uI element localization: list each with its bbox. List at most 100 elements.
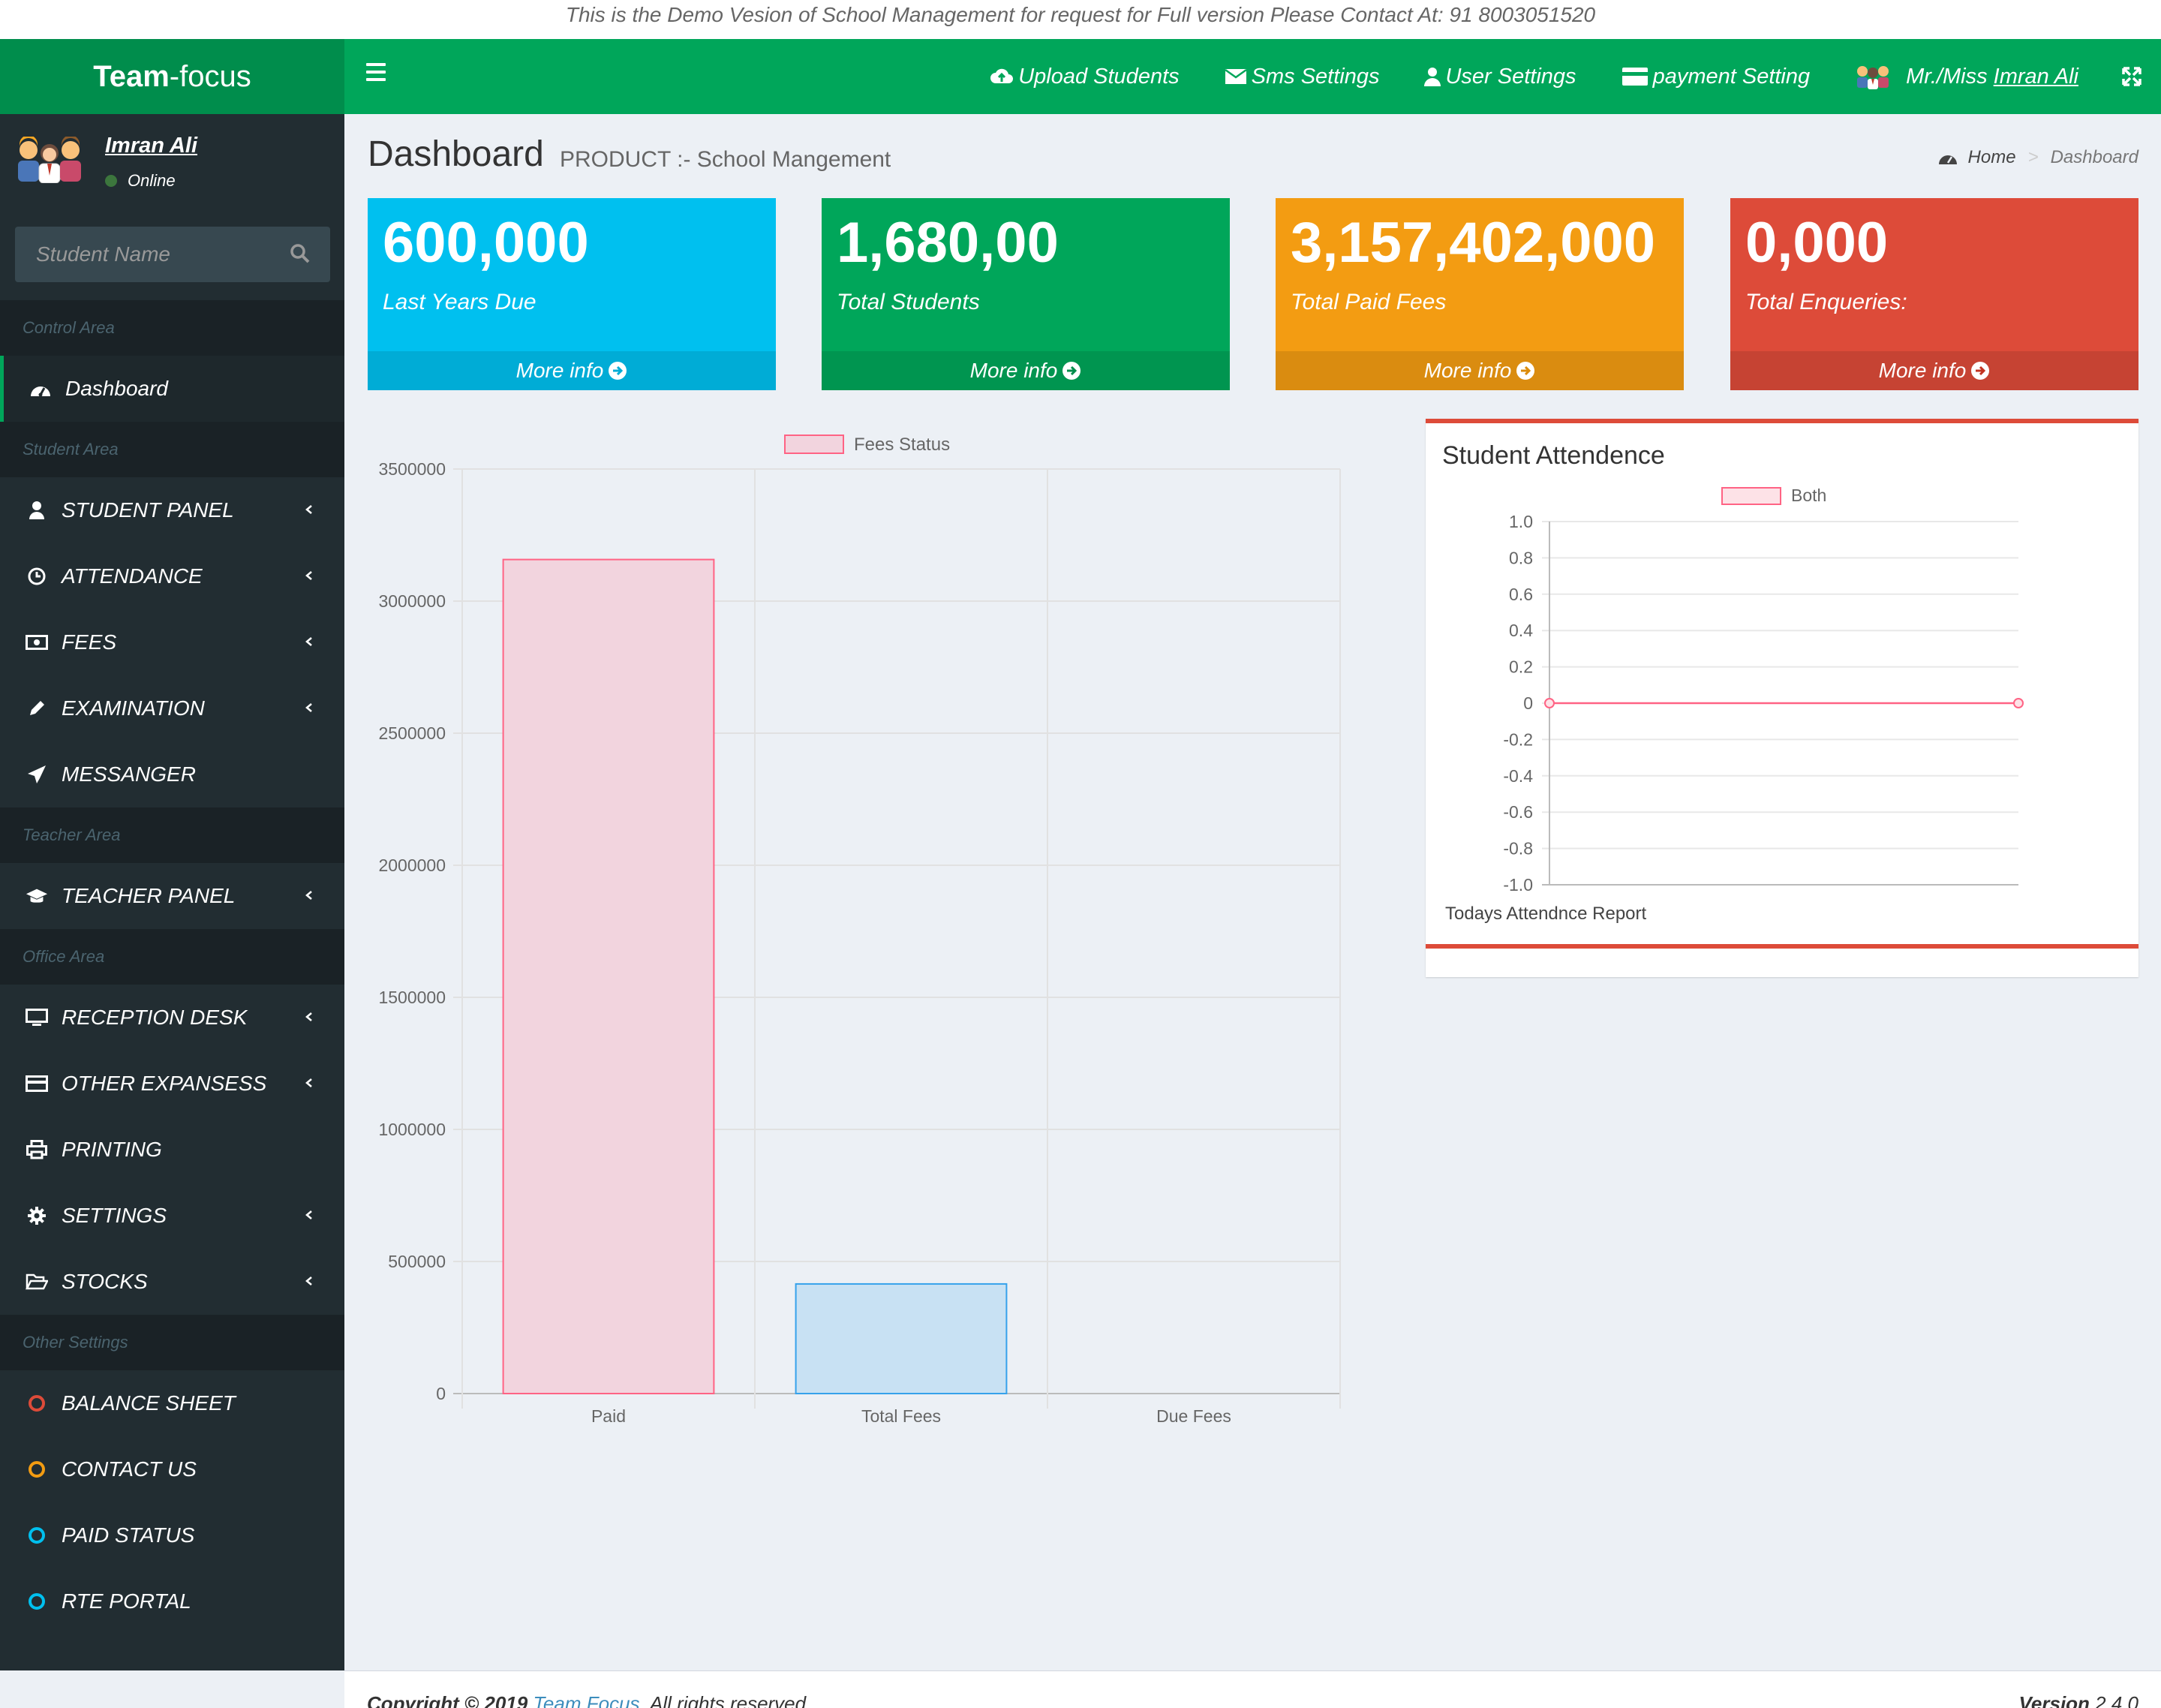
online-status-icon xyxy=(105,175,117,187)
avatar xyxy=(15,135,84,187)
sidebar-item-label: Dashboard xyxy=(65,377,168,400)
y-tick-label: -1.0 xyxy=(1503,875,1533,895)
chevron-left-icon xyxy=(303,500,314,524)
stat-label: Total Paid Fees xyxy=(1291,290,1447,314)
sidebar-item-label: STUDENT PANEL xyxy=(62,498,234,522)
sidebar-item-student-panel[interactable]: STUDENT PANEL xyxy=(0,477,344,543)
y-tick-label: 3000000 xyxy=(378,591,446,611)
more-info-link[interactable]: More info xyxy=(1730,351,2138,390)
sidebar-item-contact-us[interactable]: CONTACT US xyxy=(0,1436,344,1502)
stat-box-last-years-due: 600,000 Last Years Due More info xyxy=(368,198,776,390)
rights-text: . All rights reserved. xyxy=(639,1692,812,1708)
demo-banner: This is the Demo Vesion of School Manage… xyxy=(0,0,2161,39)
version-label: Version xyxy=(2018,1692,2090,1708)
user-icon xyxy=(1424,67,1441,86)
y-tick-label: 0 xyxy=(1523,693,1533,713)
sidebar-item-paid-status[interactable]: PAID STATUS xyxy=(0,1502,344,1568)
page-subtitle: PRODUCT :- School Mangement xyxy=(560,147,891,172)
more-info-link[interactable]: More info xyxy=(822,351,1230,390)
sidebar-item-balance-sheet[interactable]: BALANCE SHEET xyxy=(0,1370,344,1436)
search-icon[interactable] xyxy=(290,243,311,268)
sidebar-item-messanger[interactable]: MESSANGER xyxy=(0,741,344,807)
stat-value: 600,000 xyxy=(383,211,589,275)
user-name-link[interactable]: Imran Ali xyxy=(1994,65,2078,89)
footer-brand-link[interactable]: Team Focus xyxy=(533,1692,639,1708)
sidebar-item-label: PAID STATUS xyxy=(62,1523,195,1547)
y-tick-label: 0 xyxy=(436,1384,446,1403)
more-info-label: More info xyxy=(969,359,1058,382)
page-title: Dashboard xyxy=(368,134,544,174)
sidebar-item-label: BALANCE SHEET xyxy=(62,1391,236,1415)
arrow-circle-right-icon xyxy=(1516,361,1535,380)
sidebar-item-teacher-panel[interactable]: TEACHER PANEL xyxy=(0,863,344,929)
user-greeting: Mr./Miss xyxy=(1906,64,1994,89)
sidebar-header-control: Control Area xyxy=(0,300,344,356)
sidebar-item-label: PRINTING xyxy=(62,1138,162,1161)
more-info-link[interactable]: More info xyxy=(368,351,776,390)
brand-bold: Team xyxy=(93,60,170,93)
sms-settings-link[interactable]: Sms Settings xyxy=(1224,65,1379,89)
student-search-input[interactable]: Student Name xyxy=(15,227,330,282)
sidebar-item-other-expansess[interactable]: OTHER EXPANSESS xyxy=(0,1051,344,1117)
sidebar-user-name[interactable]: Imran Ali xyxy=(105,134,197,158)
breadcrumb-home-link[interactable]: Home xyxy=(1968,147,2016,168)
payment-setting-link[interactable]: payment Setting xyxy=(1622,64,1811,89)
x-tick-label: Paid xyxy=(591,1406,626,1426)
version-number: 2.4.0 xyxy=(2089,1692,2138,1708)
credit-card-icon xyxy=(26,1073,48,1094)
sidebar-item-label: SETTINGS xyxy=(62,1204,167,1227)
y-tick-label: 1000000 xyxy=(378,1120,446,1139)
chevron-left-icon xyxy=(303,1073,314,1097)
upload-students-label: Upload Students xyxy=(1018,64,1180,89)
fees-status-chart: Fees Status 3500000 3000000 2500000 2000000 1… xyxy=(378,435,1341,1426)
user-menu[interactable]: Mr./Miss Imran Ali xyxy=(1855,64,2078,89)
sidebar-item-label: EXAMINATION xyxy=(62,696,205,720)
sidebar-toggle-icon[interactable] xyxy=(366,63,386,90)
circle-aqua-icon xyxy=(26,1525,48,1546)
top-nav: Upload Students Sms Settings User Settin… xyxy=(945,39,2161,114)
sidebar-item-fees[interactable]: FEES xyxy=(0,609,344,675)
copyright: Copyright © 2019 Team Focus. All rights … xyxy=(367,1692,811,1708)
circle-aqua-icon xyxy=(26,1591,48,1612)
student-attendance-panel: Both 1.0 0.8 0.6 0.4 0.2 0 -0.2 -0.4 -0.6 -0.8 -1.0… xyxy=(1426,419,2138,977)
sidebar-item-reception-desk[interactable]: RECEPTION DESK xyxy=(0,985,344,1051)
more-info-label: More info xyxy=(515,359,604,382)
x-tick-label: Due Fees xyxy=(1156,1406,1231,1426)
sidebar-item-dashboard[interactable]: Dashboard xyxy=(0,356,344,422)
dashboard-icon xyxy=(1938,150,1958,165)
arrow-circle-right-icon xyxy=(1062,361,1081,380)
pencil-icon xyxy=(26,698,48,719)
more-info-link[interactable]: More info xyxy=(1276,351,1684,390)
sidebar-item-attendance[interactable]: ATTENDANCE xyxy=(0,543,344,609)
sidebar-item-settings[interactable]: SETTINGS xyxy=(0,1183,344,1249)
search-placeholder: Student Name xyxy=(36,242,170,266)
sidebar-item-label: RTE PORTAL xyxy=(62,1589,191,1613)
upload-students-link[interactable]: Upload Students xyxy=(990,64,1180,89)
legend-label: Fees Status xyxy=(854,435,950,455)
dashboard-icon xyxy=(29,378,52,399)
arrow-circle-right-icon xyxy=(1970,361,1990,380)
stat-label: Last Years Due xyxy=(383,290,536,314)
bar-total-fees xyxy=(795,1283,1008,1395)
user-settings-link[interactable]: User Settings xyxy=(1424,65,1576,89)
chevron-left-icon xyxy=(303,1205,314,1229)
user-icon xyxy=(26,500,48,521)
y-tick-label: 0.4 xyxy=(1509,621,1533,640)
y-tick-label: -0.6 xyxy=(1503,802,1533,822)
sidebar-item-printing[interactable]: PRINTING xyxy=(0,1117,344,1183)
user-status-label: Online xyxy=(128,171,176,190)
stat-label: Total Students xyxy=(837,290,980,314)
attendance-title: Student Attendence xyxy=(1442,441,1665,470)
sidebar-item-examination[interactable]: EXAMINATION xyxy=(0,675,344,741)
sidebar-item-stocks[interactable]: STOCKS xyxy=(0,1249,344,1315)
payment-setting-label: payment Setting xyxy=(1652,64,1811,89)
fullscreen-icon[interactable] xyxy=(2122,67,2141,86)
sidebar-item-label: TEACHER PANEL xyxy=(62,884,236,907)
envelope-icon xyxy=(1224,68,1247,85)
data-point xyxy=(1544,698,1555,708)
circle-red-icon xyxy=(26,1393,48,1414)
chevron-left-icon xyxy=(303,1007,314,1031)
chevron-left-icon xyxy=(303,886,314,910)
brand-logo[interactable]: Team-focus xyxy=(0,39,344,114)
sidebar-item-rte-portal[interactable]: RTE PORTAL xyxy=(0,1568,344,1634)
